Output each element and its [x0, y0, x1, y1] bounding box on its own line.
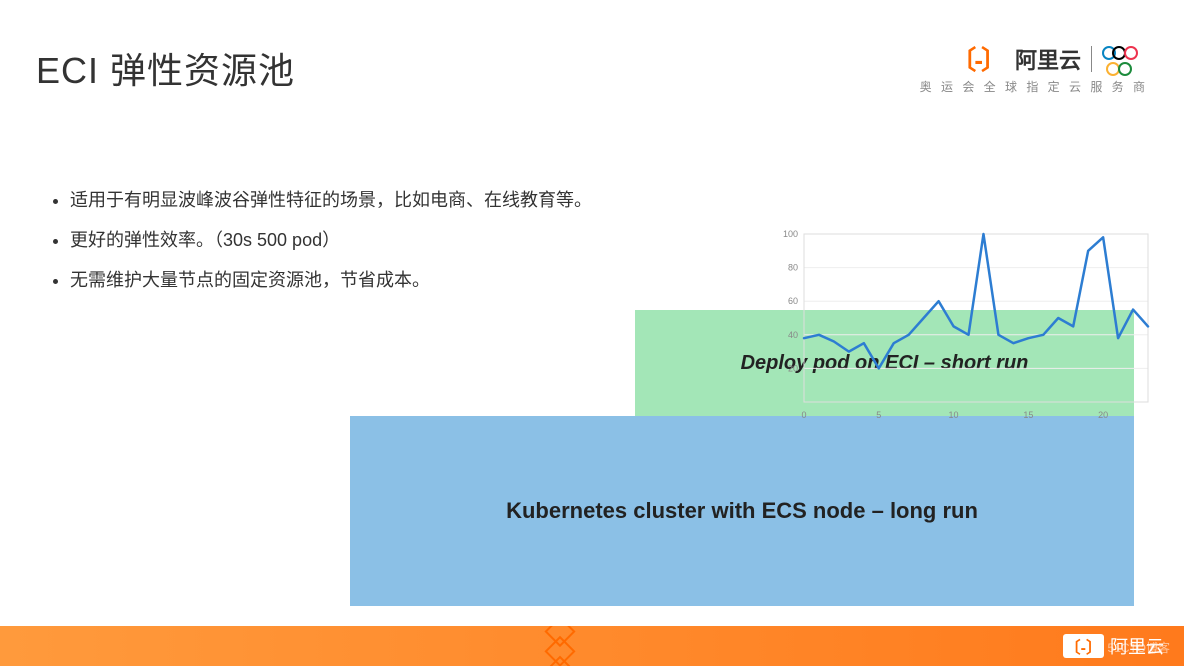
- brand-block: 〔-〕 阿里云: [950, 40, 1148, 77]
- svg-text:40: 40: [788, 330, 798, 340]
- blue-band-label: Kubernetes cluster with ECS node – long …: [506, 498, 978, 524]
- olympic-rings-icon: [1102, 46, 1148, 72]
- brand-name: 阿里云: [1015, 43, 1081, 75]
- footer-bar: 〔-〕 阿里云 51CTO博客: [0, 626, 1184, 666]
- page-title: ECI 弹性资源池: [36, 42, 295, 94]
- list-item: 更好的弹性效率。（30s 500 pod）: [70, 222, 592, 258]
- slide: ECI 弹性资源池 〔-〕 阿里云 奥 运 会 全 球 指 定 云 服 务 商 …: [0, 0, 1184, 666]
- svg-text:20: 20: [788, 363, 798, 373]
- svg-text:15: 15: [1023, 410, 1033, 420]
- brand-icon: 〔-〕: [950, 40, 1005, 77]
- bullet-list: 适用于有明显波峰波谷弹性特征的场景，比如电商、在线教育等。 更好的弹性效率。（3…: [70, 182, 592, 302]
- footer-brand-icon: 〔-〕: [1063, 634, 1104, 658]
- footer-brand: 〔-〕 阿里云: [1063, 633, 1164, 659]
- blue-band: Kubernetes cluster with ECS node – long …: [350, 416, 1134, 606]
- svg-text:0: 0: [801, 410, 806, 420]
- footer-brand-name: 阿里云: [1110, 633, 1164, 659]
- svg-text:80: 80: [788, 263, 798, 273]
- svg-text:100: 100: [783, 229, 798, 239]
- svg-text:5: 5: [876, 410, 881, 420]
- svg-text:60: 60: [788, 296, 798, 306]
- svg-text:10: 10: [949, 410, 959, 420]
- list-item: 无需维护大量节点的固定资源池，节省成本。: [70, 262, 592, 298]
- brand-subtitle: 奥 运 会 全 球 指 定 云 服 务 商: [920, 78, 1148, 95]
- list-item: 适用于有明显波峰波谷弹性特征的场景，比如电商、在线教育等。: [70, 182, 592, 218]
- svg-text:20: 20: [1098, 410, 1108, 420]
- line-chart: 20 40 60 80 100 0 5 10 15 20: [776, 226, 1156, 426]
- brand-divider: [1091, 46, 1092, 72]
